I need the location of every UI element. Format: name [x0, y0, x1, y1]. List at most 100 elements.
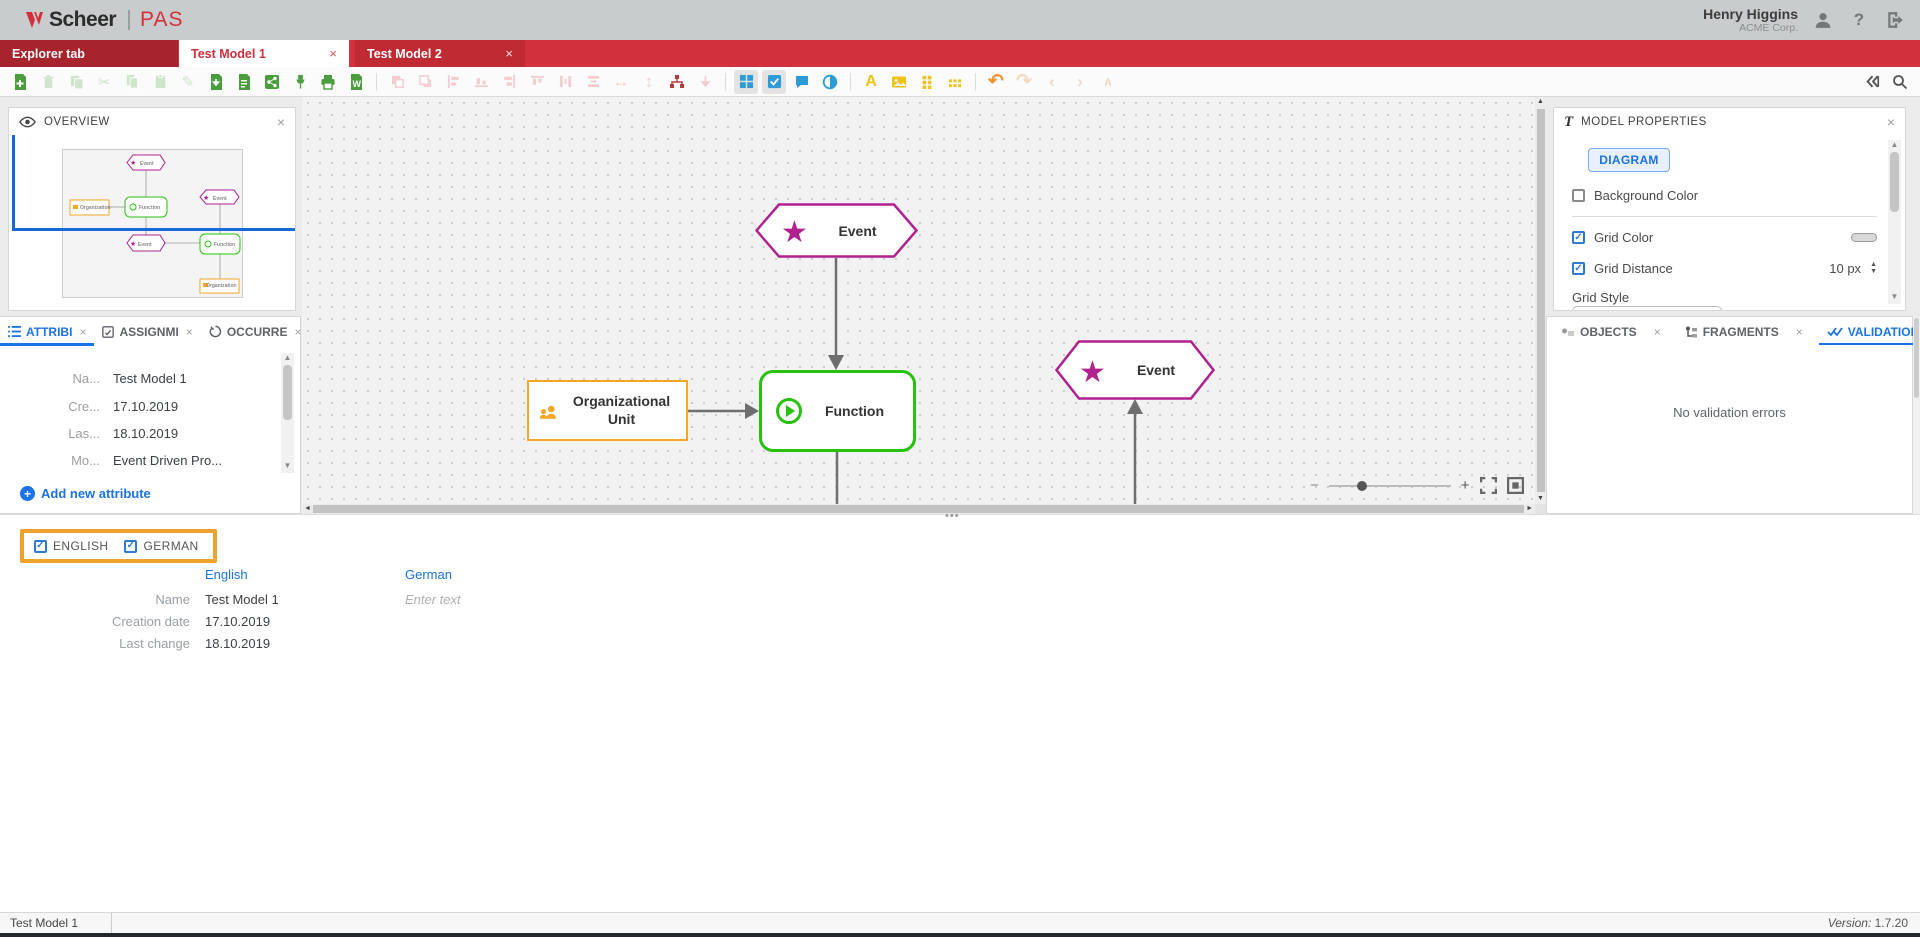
distribute-vertical-icon[interactable] [581, 70, 605, 94]
tab-attributes[interactable]: ATTRIBI × [0, 317, 94, 346]
delete-icon[interactable] [36, 70, 60, 94]
print-icon[interactable] [316, 70, 340, 94]
match-width-icon[interactable]: ↔ [609, 70, 633, 94]
tab-objects[interactable]: OBJECTS × [1547, 317, 1669, 346]
navigate-up-icon[interactable]: ∧ [1096, 70, 1120, 94]
zoom-in-button[interactable]: + [1461, 477, 1470, 494]
name-english-value[interactable]: Test Model 1 [205, 592, 279, 607]
align-top-icon[interactable] [525, 70, 549, 94]
overview-close-icon[interactable]: × [277, 115, 285, 129]
model-properties-close-icon[interactable]: × [1887, 115, 1895, 129]
move-down-icon[interactable] [693, 70, 717, 94]
zoom-slider[interactable] [1329, 485, 1451, 487]
toggle-selection-icon[interactable] [762, 70, 786, 94]
tab-attributes-close-icon[interactable]: × [79, 325, 86, 339]
german-checkbox[interactable] [124, 540, 137, 553]
paste-icon[interactable] [148, 70, 172, 94]
tab-fragments[interactable]: FRAGMENTS × [1677, 317, 1811, 346]
add-new-attribute-button[interactable]: + Add new attribute [20, 486, 151, 501]
tab-test-model-1-close-icon[interactable]: × [329, 46, 337, 61]
attribute-value[interactable]: Event Driven Pro... [113, 453, 222, 468]
align-bottom-icon[interactable] [469, 70, 493, 94]
cut-icon[interactable]: ✂ [92, 70, 116, 94]
grid-style-select[interactable] [1572, 306, 1722, 311]
export-model-icon[interactable] [204, 70, 228, 94]
diagram-canvas[interactable]: ★ Event Function Organizational Unit ★ E… [302, 97, 1546, 514]
tab-test-model-2-close-icon[interactable]: × [505, 46, 513, 61]
toggle-contrast-icon[interactable] [818, 70, 842, 94]
dots-small-icon[interactable] [915, 70, 939, 94]
navigate-back-icon[interactable]: ‹ [1040, 70, 1064, 94]
pin-icon[interactable] [288, 70, 312, 94]
canvas-vertical-scrollbar[interactable]: ▲▼ [1535, 97, 1546, 504]
collapse-panels-icon[interactable] [1860, 70, 1884, 94]
align-right-icon[interactable] [497, 70, 521, 94]
german-column-header[interactable]: German [405, 567, 452, 582]
english-column-header[interactable]: English [205, 567, 248, 582]
tab-assignments-close-icon[interactable]: × [186, 325, 193, 339]
comments-icon[interactable] [790, 70, 814, 94]
new-model-icon[interactable] [8, 70, 32, 94]
insert-image-icon[interactable] [887, 70, 911, 94]
tab-fragments-close-icon[interactable]: × [1796, 325, 1803, 339]
tab-objects-close-icon[interactable]: × [1654, 325, 1661, 339]
toggle-grid-icon[interactable] [734, 70, 758, 94]
grid-distance-value[interactable]: 10 [1829, 261, 1843, 276]
tab-test-model-1[interactable]: Test Model 1 × [179, 40, 349, 67]
attribute-value[interactable]: Test Model 1 [113, 371, 187, 386]
tab-explorer[interactable]: Explorer tab [0, 40, 178, 67]
panel-resize-handle[interactable]: ••• [945, 510, 960, 522]
grid-color-checkbox[interactable] [1572, 231, 1585, 244]
fullscreen-icon[interactable] [1480, 477, 1497, 494]
match-height-icon[interactable]: ↕ [637, 70, 661, 94]
align-left-icon[interactable] [441, 70, 465, 94]
right-dock-scrollbar[interactable] [1913, 316, 1920, 514]
tab-occurrences[interactable]: OCCURRE × [201, 317, 310, 346]
event-shape[interactable]: ★ Event [755, 203, 918, 258]
grid-color-swatch[interactable] [1851, 233, 1877, 242]
attributes-scrollbar[interactable]: ▲▼ [281, 353, 294, 473]
attribute-value[interactable]: 18.10.2019 [113, 426, 178, 441]
canvas-horizontal-scrollbar[interactable]: ◄► [302, 504, 1535, 514]
user-profile-icon[interactable] [1812, 9, 1834, 31]
redo-icon[interactable]: ↷ [1012, 70, 1036, 94]
rename-icon[interactable]: ✎ [176, 70, 200, 94]
copy-icon[interactable] [120, 70, 144, 94]
tab-validation[interactable]: VALIDATION × [1819, 317, 1920, 346]
dots-large-icon[interactable] [943, 70, 967, 94]
grid-distance-spinner[interactable]: ▲▼ [1870, 262, 1877, 275]
logout-icon[interactable] [1884, 9, 1906, 31]
navigate-forward-icon[interactable]: › [1068, 70, 1092, 94]
tab-test-model-2[interactable]: Test Model 2 × [355, 40, 525, 67]
help-icon[interactable]: ? [1848, 9, 1870, 31]
function-shape[interactable]: Function [759, 370, 916, 452]
english-checkbox[interactable] [34, 540, 47, 553]
tab-fragments-label: FRAGMENTS [1703, 325, 1779, 339]
tab-assignments[interactable]: ASSIGNMI × [94, 317, 200, 346]
duplicate-icon[interactable] [64, 70, 88, 94]
organizational-unit-shape[interactable]: Organizational Unit [527, 380, 688, 441]
tab-occurrences-close-icon[interactable]: × [294, 325, 301, 339]
event-shape[interactable]: ★ Event [1055, 340, 1215, 400]
report-icon[interactable] [232, 70, 256, 94]
grid-distance-checkbox[interactable] [1572, 262, 1585, 275]
overview-minimap[interactable]: ★★★ Event Event Event Function Function … [62, 149, 243, 298]
hierarchy-icon[interactable] [665, 70, 689, 94]
distribute-horizontal-icon[interactable] [553, 70, 577, 94]
name-german-input[interactable]: Enter text [405, 592, 461, 607]
model-properties-scrollbar[interactable]: ▲▼ [1888, 140, 1901, 304]
diagram-button[interactable]: DIAGRAM [1588, 148, 1670, 172]
fit-to-screen-icon[interactable] [1507, 477, 1524, 494]
background-color-checkbox[interactable] [1572, 189, 1585, 202]
font-color-icon[interactable]: A [859, 70, 883, 94]
search-icon[interactable] [1888, 70, 1912, 94]
attribute-value[interactable]: 17.10.2019 [113, 399, 178, 414]
undo-icon[interactable]: ↶ [984, 70, 1008, 94]
bring-to-front-icon[interactable] [385, 70, 409, 94]
send-to-back-icon[interactable] [413, 70, 437, 94]
zoom-out-button[interactable]: − [1310, 477, 1319, 494]
export-word-icon[interactable]: W [344, 70, 368, 94]
svg-text:Event: Event [140, 161, 154, 167]
zoom-slider-thumb[interactable] [1357, 481, 1367, 491]
share-icon[interactable] [260, 70, 284, 94]
